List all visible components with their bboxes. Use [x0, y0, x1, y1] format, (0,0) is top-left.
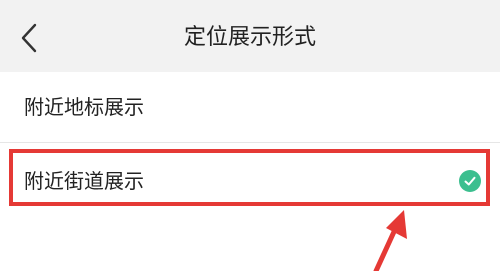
option-nearby-street[interactable]: 附近街道展示 — [0, 148, 500, 214]
divider — [0, 142, 500, 143]
checkmark-icon — [459, 170, 481, 192]
nav-bar: 定位展示形式 — [0, 0, 500, 72]
option-label: 附近地标展示 — [24, 95, 144, 119]
option-nearby-landmark[interactable]: 附近地标展示 — [0, 72, 500, 142]
option-list: 附近地标展示 附近街道展示 — [0, 72, 500, 271]
arrow-annotation-icon — [373, 210, 407, 271]
page-title: 定位展示形式 — [183, 25, 316, 50]
option-label: 附近街道展示 — [24, 169, 144, 193]
